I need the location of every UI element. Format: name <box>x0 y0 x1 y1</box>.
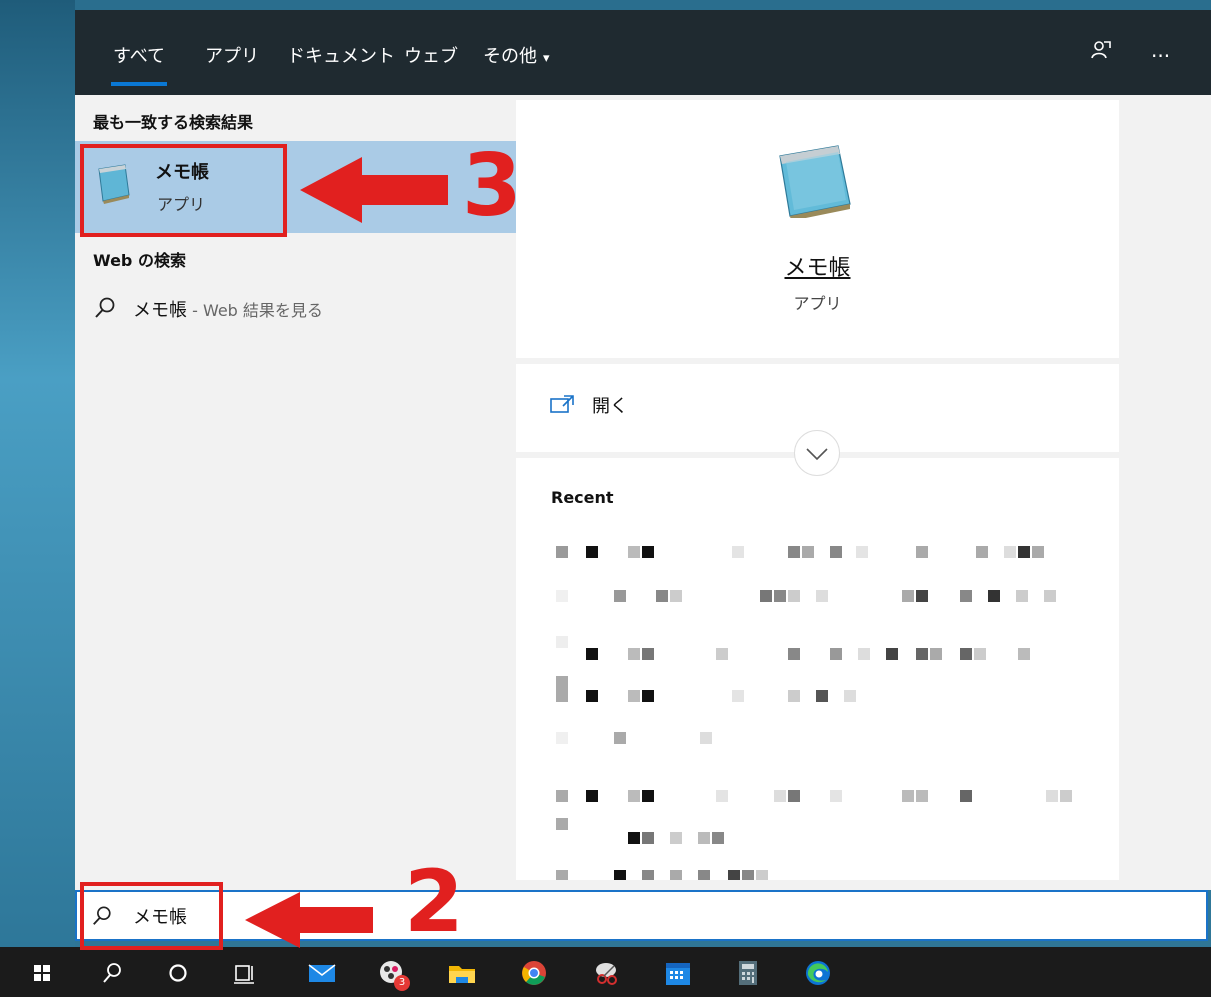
desktop-background-top <box>75 0 1211 10</box>
more-options-icon[interactable]: ··· <box>1151 44 1170 68</box>
app-detail-card: メモ帳 アプリ <box>516 100 1119 358</box>
open-label: 開く <box>592 396 628 417</box>
calculator-icon[interactable] <box>730 955 766 991</box>
notepad-large-icon <box>779 145 851 218</box>
annotation-box-best-match <box>80 144 287 237</box>
recent-list <box>516 518 1119 880</box>
calendar-icon[interactable] <box>660 955 696 991</box>
tab-more-label: その他 <box>483 46 537 67</box>
snipping-tool-icon[interactable] <box>590 955 626 991</box>
recent-item[interactable] <box>556 636 1076 664</box>
web-search-query: メモ帳 <box>133 300 187 321</box>
best-match-heading: 最も一致する検索結果 <box>93 113 254 132</box>
recent-item[interactable] <box>556 590 1076 606</box>
tab-apps[interactable]: アプリ <box>205 42 259 68</box>
cortana-icon[interactable] <box>160 955 196 991</box>
tab-web[interactable]: ウェブ <box>404 42 458 68</box>
recent-card: Recent <box>516 458 1119 880</box>
search-icon <box>95 297 115 318</box>
annotation-step-2: 2 <box>404 852 464 952</box>
windows-start-icon[interactable] <box>24 955 60 991</box>
tab-more[interactable]: その他 ▾ <box>483 42 550 68</box>
taskbar: 3 <box>0 947 1211 997</box>
annotation-arrow-left-icon <box>245 892 373 948</box>
notification-badge: 3 <box>394 975 410 991</box>
annotation-step-3: 3 <box>462 136 522 236</box>
tab-all[interactable]: すべて <box>110 42 168 86</box>
web-search-suffix: - Web 結果を見る <box>187 301 323 320</box>
chrome-icon[interactable] <box>516 955 552 991</box>
search-icon[interactable] <box>94 955 130 991</box>
expand-button[interactable] <box>794 430 840 476</box>
recent-item[interactable] <box>556 818 1076 848</box>
chevron-down-icon: ▾ <box>543 51 550 66</box>
recent-item[interactable] <box>556 870 1076 880</box>
mail-icon[interactable] <box>304 955 340 991</box>
annotation-box-search <box>80 882 223 950</box>
web-search-heading: Web の検索 <box>93 251 186 270</box>
app-title[interactable]: メモ帳 <box>516 250 1119 282</box>
detail-pane: メモ帳 アプリ 開く Recent <box>516 100 1119 880</box>
filter-tab-bar: すべて アプリ ドキュメント ウェブ その他 ▾ ··· <box>75 10 1211 95</box>
feedback-icon[interactable] <box>1089 38 1113 67</box>
recent-item[interactable] <box>556 676 1076 706</box>
app-type: アプリ <box>793 294 842 313</box>
edge-icon[interactable] <box>800 955 836 991</box>
tab-documents[interactable]: ドキュメント <box>287 42 395 68</box>
recent-item[interactable] <box>556 790 1076 806</box>
chevron-down-icon <box>806 448 828 461</box>
app-icon-with-badge[interactable]: 3 <box>374 955 410 991</box>
open-icon <box>550 395 574 413</box>
web-search-result[interactable]: メモ帳 - Web 結果を見る › <box>75 290 573 330</box>
recent-item[interactable] <box>556 546 1076 562</box>
file-explorer-icon[interactable] <box>444 955 480 991</box>
recent-heading: Recent <box>551 488 614 507</box>
annotation-arrow-left-icon <box>300 157 448 223</box>
web-search-text: メモ帳 - Web 結果を見る <box>133 296 323 322</box>
desktop-background <box>0 0 75 947</box>
recent-item[interactable] <box>556 732 1076 748</box>
task-view-icon[interactable] <box>226 955 262 991</box>
